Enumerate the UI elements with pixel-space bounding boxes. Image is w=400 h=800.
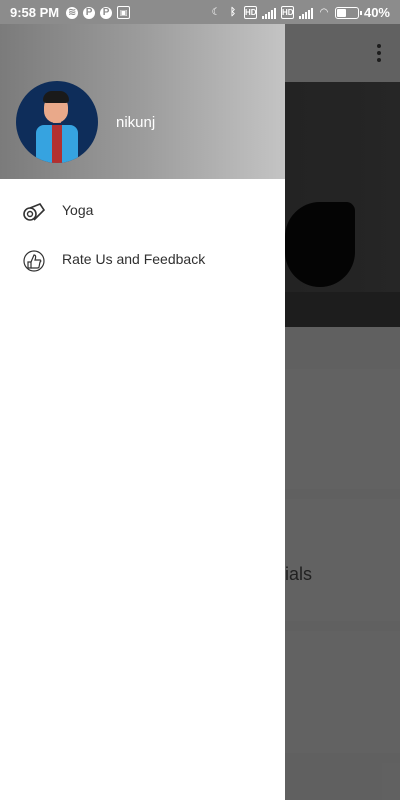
battery-icon	[334, 6, 362, 19]
navigation-drawer: nikunj Yoga Rate Us and Feedback	[0, 24, 285, 800]
signal-icon	[261, 7, 276, 19]
moon-icon: ☾	[211, 6, 221, 18]
drawer-item-yoga[interactable]: Yoga	[0, 189, 285, 235]
p-icon: P	[100, 6, 113, 19]
p-icon: P	[83, 6, 96, 19]
volte-icon: HD	[280, 6, 294, 19]
status-bar: 9:58 PM ≋ P P ▣ ☾ ᛒ HD HD ◠ 40%	[0, 0, 400, 24]
wifi-icon: ◠	[320, 6, 328, 18]
volte-icon: HD	[243, 6, 257, 19]
battery-percent: 40%	[363, 5, 390, 20]
bluetooth-icon: ᛒ	[229, 6, 236, 18]
avatar	[16, 81, 98, 163]
drawer-header: nikunj	[0, 24, 285, 179]
yoga-mat-icon	[23, 203, 46, 221]
thumbs-up-icon	[23, 250, 45, 272]
status-time: 9:58 PM	[10, 5, 60, 20]
drawer-item-label: Yoga	[62, 202, 94, 218]
signal-icon	[298, 7, 313, 19]
drawer-item-rate-us[interactable]: Rate Us and Feedback	[0, 238, 285, 284]
user-name: nikunj	[116, 114, 156, 131]
spotify-icon: ≋	[66, 6, 79, 19]
notification-icon: ▣	[117, 6, 131, 19]
drawer-item-label: Rate Us and Feedback	[62, 251, 206, 267]
